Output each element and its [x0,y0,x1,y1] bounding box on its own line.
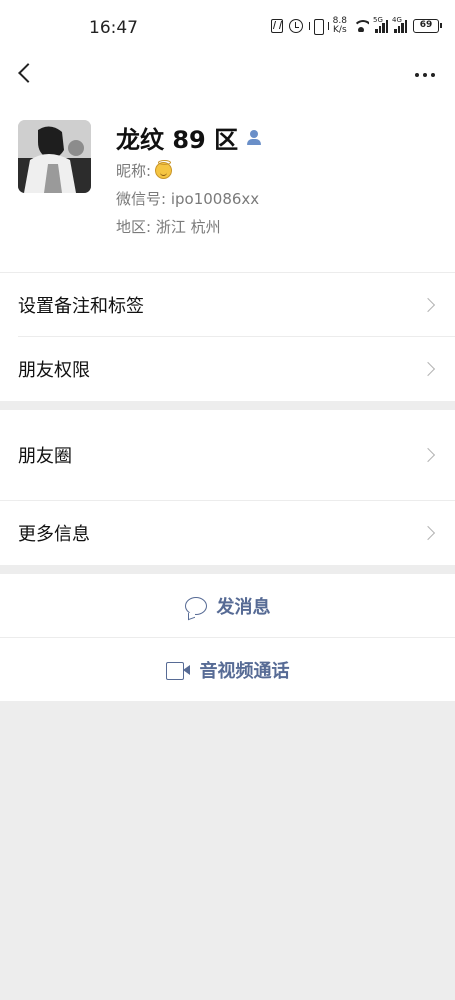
chevron-right-icon [420,361,436,377]
profile-name: 龙纹 89 区 [116,126,239,154]
nickname-line: 昵称: [116,160,173,181]
send-message-button[interactable]: 发消息 [0,574,455,637]
more-options-icon[interactable] [415,73,435,77]
nickname-label: 昵称: [116,162,152,180]
send-message-label: 发消息 [216,596,271,618]
avatar-image [18,120,91,193]
wifi-icon [353,20,369,32]
battery-icon: 69 [413,19,442,33]
status-time: 16:47 [89,18,138,38]
signal-tag-4g: 4G [392,15,402,24]
status-bar: 16:47 8.8 K/s 5G 4G 69 [0,0,455,56]
user-icon [246,129,262,146]
alarm-icon [288,19,303,33]
halo-smile-emoji-icon [155,160,173,179]
signal-icon-2: 4G [392,16,407,33]
region: 地区: 浙江 杭州 [116,218,221,236]
video-call-label: 音视频通话 [199,660,290,682]
row-label: 朋友圈 [18,446,72,467]
row-more-info[interactable]: 更多信息 [0,501,455,565]
chevron-right-icon [420,525,436,541]
signal-tag-5g: 5G [373,15,383,24]
row-label: 更多信息 [18,524,90,545]
network-speed: 8.8 K/s [333,17,347,35]
name-row: 龙纹 89 区 [116,120,262,155]
video-call-button[interactable]: 音视频通话 [0,638,455,701]
network-speed-unit: K/s [333,25,347,35]
nfc-icon [270,19,283,33]
status-icons: 8.8 K/s 5G 4G 69 [270,16,442,35]
row-label: 设置备注和标签 [18,296,144,317]
wechat-id: 微信号: ipo10086xx [116,190,260,208]
vibrate-icon [308,19,329,35]
row-friend-permissions[interactable]: 朋友权限 [0,337,455,401]
chevron-right-icon [420,447,436,463]
row-remark-tags[interactable]: 设置备注和标签 [0,273,455,337]
row-label: 朋友权限 [18,360,90,381]
avatar[interactable] [18,120,91,193]
row-moments[interactable]: 朋友圈 [0,410,455,500]
video-camera-icon [165,661,190,680]
chevron-right-icon [420,297,436,313]
signal-icon: 5G [373,16,388,33]
chat-bubble-icon [184,596,207,615]
